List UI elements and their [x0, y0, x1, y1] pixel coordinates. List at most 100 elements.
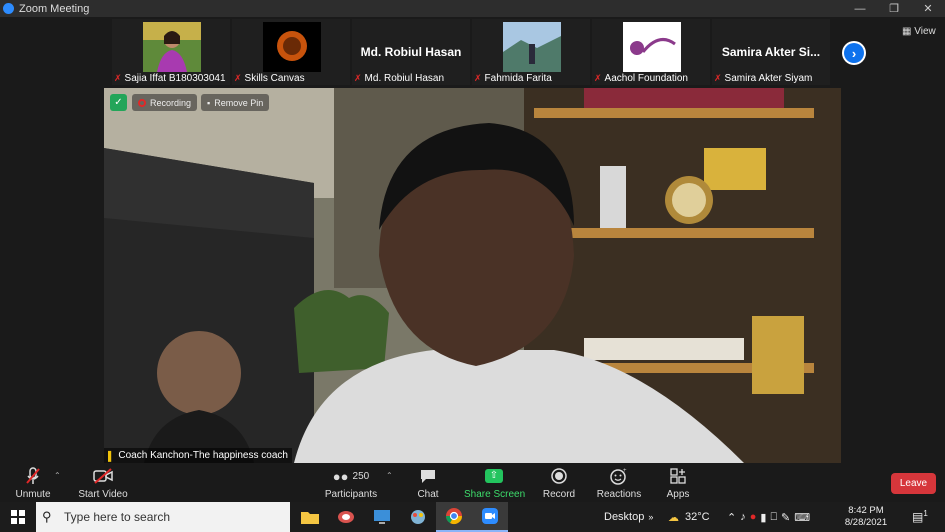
reactions-label: Reactions	[596, 489, 642, 500]
participant-photo	[503, 22, 561, 72]
main-video[interactable]: ✓ Recording ▪ Remove Pin ▌ Coach Kanchon-…	[104, 88, 841, 463]
aachol-foundation-logo	[623, 22, 681, 72]
participant-name: ✗ Aachol Foundation	[594, 73, 688, 84]
participant-tile[interactable]: ✗ Skills Canvas	[232, 19, 350, 85]
remove-pin-button[interactable]: ▪ Remove Pin	[201, 94, 270, 111]
leave-button[interactable]: Leave	[891, 473, 936, 494]
record-button[interactable]: Record	[540, 466, 578, 500]
taskbar-app-2[interactable]	[364, 502, 400, 532]
share-screen-label: Share Screen	[464, 489, 526, 500]
zoom-window: Zoom Meeting — ❐ ✕ ✗ Sajia Iffat B1803030…	[0, 0, 945, 532]
speaker-name-label: ▌ Coach Kanchon-The happiness coach	[104, 448, 292, 463]
participant-name: ✗ Fahmida Farita	[474, 73, 552, 84]
chevron-up-icon: ⌃	[727, 511, 741, 524]
participant-name: ✗ Md. Robiul Hasan	[354, 73, 445, 84]
desktop-toolbar[interactable]: Desktop»	[604, 502, 653, 532]
keyboard-icon: ⌨	[794, 511, 815, 524]
recording-indicator[interactable]: Recording	[132, 94, 198, 111]
participant-tile[interactable]: ✗ Fahmida Farita	[472, 19, 590, 85]
app-icon	[338, 511, 354, 523]
chevron-right-icon: ›	[844, 43, 864, 63]
network-icon: ⎕	[770, 510, 782, 523]
mic-tray-icon: ▮	[760, 511, 771, 524]
monitor-icon	[374, 510, 390, 524]
chat-icon	[410, 466, 446, 486]
apps-icon	[662, 466, 694, 486]
title-bar: Zoom Meeting — ❐ ✕	[0, 0, 945, 17]
participant-tile[interactable]: ✗ Aachol Foundation	[592, 19, 710, 85]
participants-icon: ●●	[332, 468, 349, 484]
muted-mic-icon: ✗	[354, 73, 362, 83]
start-video-button[interactable]: Start Video	[76, 466, 130, 500]
participant-photo	[143, 22, 201, 72]
apps-button[interactable]: Apps	[662, 466, 694, 500]
muted-mic-icon: ✗	[114, 73, 122, 83]
taskbar-clock[interactable]: 8:42 PM 8/28/2021	[838, 505, 894, 529]
participant-count: 250	[352, 470, 370, 482]
participant-tile[interactable]: Md. Robiul Hasan ✗ Md. Robiul Hasan	[352, 19, 470, 85]
windows-logo-icon	[11, 510, 25, 524]
reactions-icon: +	[596, 466, 642, 486]
record-tray-icon: ●	[749, 511, 761, 523]
share-screen-button[interactable]: ⇧ Share Screen	[464, 466, 526, 500]
notification-icon: ▤	[912, 510, 924, 524]
close-button[interactable]: ✕	[911, 2, 945, 15]
start-button[interactable]	[0, 502, 36, 532]
window-title: Zoom Meeting	[19, 2, 90, 15]
participant-tile[interactable]: Samira Akter Si... ✗ Samira Akter Siyam	[712, 19, 830, 85]
participants-options-caret[interactable]: ⌃	[386, 471, 393, 480]
audio-options-caret[interactable]: ⌃	[54, 471, 61, 480]
svg-text:+: +	[623, 468, 627, 474]
notification-count: 1	[923, 509, 928, 518]
start-video-label: Start Video	[78, 489, 128, 500]
muted-mic-icon: ✗	[234, 73, 242, 83]
next-participants-button[interactable]: ›	[842, 41, 866, 65]
participant-name: ✗ Samira Akter Siyam	[714, 73, 813, 84]
muted-mic-icon: ✗	[594, 73, 602, 83]
recording-bar: ✓ Recording ▪ Remove Pin	[110, 94, 273, 111]
minimize-button[interactable]: —	[843, 3, 877, 15]
audio-level-icon: ▌	[108, 450, 115, 461]
share-screen-icon: ⇧	[464, 466, 524, 486]
view-grid-icon: ▦	[902, 26, 915, 37]
maximize-button[interactable]: ❐	[877, 2, 911, 15]
taskbar-chrome[interactable]	[436, 502, 472, 532]
record-icon	[540, 466, 578, 486]
search-icon: ⚲	[42, 509, 52, 524]
participants-button[interactable]: ●● 250 Participants	[323, 466, 379, 501]
video-off-icon	[76, 466, 130, 486]
muted-mic-icon	[10, 466, 56, 486]
system-tray[interactable]: ⌃ ♪ ● ▮ ⎕ ✎ ⌨	[727, 502, 814, 532]
taskbar-app-1[interactable]	[328, 502, 364, 532]
pin-icon: ▪	[207, 97, 211, 108]
record-label: Record	[542, 489, 576, 500]
clock-date: 8/28/2021	[844, 517, 888, 528]
view-button[interactable]: ▦ View	[902, 26, 936, 37]
participant-display-name: Md. Robiul Hasan	[360, 45, 462, 59]
taskbar-file-explorer[interactable]	[292, 502, 328, 532]
reactions-button[interactable]: + Reactions	[596, 466, 642, 500]
volume-icon: ♪	[740, 511, 750, 523]
participant-name: ✗ Sajia Iffat B180303041	[114, 73, 226, 84]
taskbar-app-3[interactable]	[400, 502, 436, 532]
participant-display-name: Samira Akter Si...	[721, 45, 821, 59]
taskbar-zoom[interactable]	[472, 502, 508, 532]
chat-button[interactable]: Chat	[410, 466, 446, 500]
unmute-label: Unmute	[15, 489, 51, 500]
taskbar-search[interactable]: ⚲ Type here to search	[36, 502, 290, 532]
security-shield-icon[interactable]: ✓	[110, 94, 127, 111]
windows-taskbar: ⚲ Type here to search Desktop» ☁ 32°C ⌃ ♪ ●…	[0, 502, 945, 532]
participant-tile[interactable]: ✗ Sajia Iffat B180303041	[112, 19, 230, 85]
unmute-button[interactable]: Unmute	[10, 466, 56, 500]
desktop-label: Desktop	[604, 511, 645, 523]
recording-dot-icon	[138, 98, 146, 107]
chrome-icon	[445, 508, 463, 525]
participants-label: Participants	[324, 489, 378, 500]
double-chevron-icon: »	[648, 512, 654, 522]
weather-widget[interactable]: ☁ 32°C	[668, 502, 710, 532]
participants-icon-group: ●● 250	[323, 466, 379, 486]
pen-icon: ✎	[781, 511, 795, 524]
notification-center[interactable]: ▤1	[912, 509, 928, 524]
meeting-controls: Unmute ⌃ Start Video ●● 250 Participants …	[0, 463, 945, 502]
search-placeholder: Type here to search	[64, 510, 171, 524]
